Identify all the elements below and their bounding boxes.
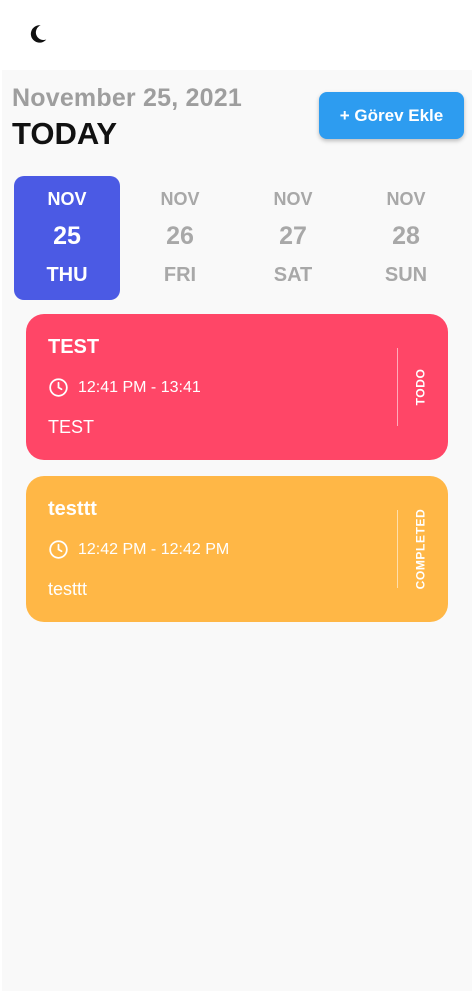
day-month: NOV (47, 189, 87, 209)
day-weekday: SUN (384, 264, 428, 286)
task-time-row: 12:42 PM - 12:42 PM (48, 539, 229, 560)
day-number: 26 (166, 222, 194, 250)
day-month: NOV (386, 189, 426, 209)
task-time: 12:42 PM - 12:42 PM (78, 540, 230, 558)
current-date: November 25, 2021 (12, 84, 242, 112)
clock-icon (49, 378, 68, 397)
app-bar (0, 0, 474, 70)
task-title: TEST (48, 336, 100, 358)
crescent-moon-icon (30, 25, 47, 43)
day-item[interactable]: NOV 27 SAT (240, 176, 346, 300)
task-divider (397, 510, 398, 588)
day-item[interactable]: NOV 26 FRI (127, 176, 233, 300)
task-time-row: 12:41 PM - 13:41 (48, 377, 201, 398)
day-item[interactable]: NOV 28 SUN (353, 176, 459, 300)
task-divider (397, 348, 398, 426)
day-month: NOV (273, 189, 313, 209)
task-status-container: TODO (406, 314, 434, 460)
day-weekday: THU (46, 264, 88, 286)
theme-toggle-button[interactable] (24, 20, 52, 48)
task-time: 12:41 PM - 13:41 (78, 378, 201, 396)
day-month: NOV (160, 189, 200, 209)
day-number: 25 (53, 222, 81, 250)
task-note: TEST (48, 417, 95, 437)
task-status: COMPLETED (413, 508, 428, 590)
task-status-container: COMPLETED (406, 476, 434, 622)
task-title: testtt (48, 498, 97, 520)
day-weekday: SAT (273, 264, 313, 286)
task-status: TODO (413, 368, 428, 406)
task-note: testtt (48, 579, 88, 599)
task-card[interactable]: TEST 12:41 PM - 13:41 TEST TODO (26, 314, 448, 460)
page-title: TODAY (12, 116, 118, 151)
task-card[interactable]: testtt 12:42 PM - 12:42 PM testtt COMPLE… (26, 476, 448, 622)
day-number: 28 (392, 222, 420, 250)
day-weekday: FRI (163, 264, 197, 286)
clock-icon (49, 540, 68, 559)
add-task-button[interactable]: + Görev Ekle (319, 92, 464, 139)
date-picker: NOV 25 THU NOV 26 FRI NOV 27 SAT NOV 28 … (14, 176, 464, 300)
day-number: 27 (279, 222, 307, 250)
main-content: November 25, 2021 TODAY + Görev Ekle NOV… (2, 70, 472, 991)
day-item[interactable]: NOV 25 THU (14, 176, 120, 300)
